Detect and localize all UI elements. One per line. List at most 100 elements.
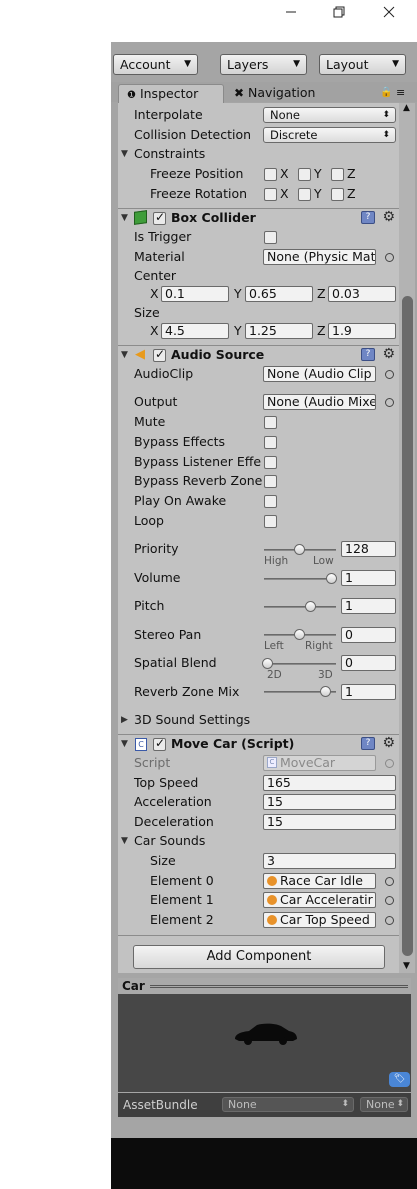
bypass-reverb-checkbox[interactable] — [264, 475, 277, 488]
pitch-field[interactable]: 1 — [341, 598, 396, 614]
deceleration-field[interactable]: 15 — [263, 814, 396, 830]
object-picker-icon[interactable] — [385, 253, 394, 262]
help-book-icon[interactable]: ? — [361, 211, 375, 224]
audio-source-header[interactable]: ▼ ◀ Audio Source ? ⚙ — [118, 345, 399, 364]
spatial-blend-slider-track[interactable] — [264, 663, 336, 665]
material-field[interactable]: None (Physic Mat — [263, 249, 376, 265]
updown-arrow-icon: ⬍ — [341, 1099, 349, 1109]
reverb-mix-slider-knob[interactable] — [320, 686, 331, 697]
collision-detection-dropdown[interactable]: Discrete ⬍ — [263, 127, 396, 143]
reverb-zone-mix-label: Reverb Zone Mix — [134, 684, 240, 699]
reverb-mix-field[interactable]: 1 — [341, 684, 396, 700]
assetbundle-variant-dropdown[interactable]: None ⬍ — [360, 1097, 408, 1112]
move-car-header[interactable]: ▼ C Move Car (Script) ? ⚙ — [118, 734, 399, 753]
mute-checkbox[interactable] — [264, 416, 277, 429]
layout-dropdown[interactable]: Layout ▼ — [319, 54, 406, 75]
axis-x-label: X — [150, 286, 159, 301]
material-label: Material — [134, 249, 185, 264]
lock-icon[interactable]: 🔒 — [380, 87, 392, 98]
audioclip-field[interactable]: None (Audio Clip — [263, 366, 376, 382]
pitch-slider-track[interactable] — [264, 606, 336, 608]
freeze-rotation-y-checkbox[interactable] — [298, 188, 311, 201]
freeze-position-z-checkbox[interactable] — [331, 168, 344, 181]
layers-dropdown[interactable]: Layers ▼ — [220, 54, 307, 75]
object-picker-icon[interactable] — [385, 896, 394, 905]
add-component-button[interactable]: Add Component — [133, 945, 385, 969]
assetbundle-name-dropdown[interactable]: None ⬍ — [222, 1097, 354, 1112]
center-z-field[interactable]: 0.03 — [328, 286, 396, 302]
element-0-field[interactable]: Race Car Idle — [263, 873, 376, 889]
restore-button[interactable] — [316, 0, 362, 24]
size-z-field[interactable]: 1.9 — [328, 323, 396, 339]
object-picker-icon[interactable] — [385, 398, 394, 407]
freeze-rotation-x-checkbox[interactable] — [264, 188, 277, 201]
element-2-field[interactable]: Car Top Speed — [263, 912, 376, 928]
element-1-field[interactable]: Car Acceleratir — [263, 892, 376, 908]
bypass-listener-checkbox[interactable] — [264, 456, 277, 469]
minimize-button[interactable] — [268, 0, 314, 24]
expand-arrow-icon[interactable]: ▼ — [121, 146, 128, 162]
scroll-up-icon[interactable]: ▲ — [403, 103, 410, 113]
output-field[interactable]: None (Audio Mixe — [263, 394, 376, 410]
pitch-slider-knob[interactable] — [305, 601, 316, 612]
audio-clip-icon — [267, 915, 277, 925]
size-x-field[interactable]: 4.5 — [161, 323, 229, 339]
close-button[interactable] — [366, 0, 412, 24]
3d-sound-settings-label[interactable]: 3D Sound Settings — [134, 712, 250, 728]
object-picker-icon[interactable] — [385, 370, 394, 379]
output-label: Output — [134, 394, 178, 409]
size-y-field[interactable]: 1.25 — [245, 323, 313, 339]
interpolate-value: None — [270, 108, 301, 122]
top-speed-field[interactable]: 165 — [263, 775, 396, 791]
gear-icon[interactable]: ⚙ — [382, 346, 395, 362]
panel-menu-icon[interactable]: ≡ — [396, 86, 405, 99]
expand-arrow-icon[interactable]: ▼ — [121, 210, 128, 226]
move-car-enabled-checkbox[interactable] — [153, 736, 166, 751]
gear-icon[interactable]: ⚙ — [382, 735, 395, 751]
interpolate-dropdown[interactable]: None ⬍ — [263, 107, 396, 123]
collapse-arrow-icon[interactable]: ▶ — [121, 712, 128, 728]
element-2-value: Car Top Speed — [280, 912, 370, 927]
expand-arrow-icon[interactable]: ▼ — [121, 833, 128, 849]
scrollbar-thumb[interactable] — [402, 296, 413, 956]
pitch-label: Pitch — [134, 598, 165, 613]
help-book-icon[interactable]: ? — [361, 348, 375, 361]
box-collider-header[interactable]: ▼ Box Collider ? ⚙ — [118, 208, 399, 227]
is-trigger-label: Is Trigger — [134, 229, 192, 244]
stereo-pan-slider-knob[interactable] — [294, 629, 305, 640]
loop-checkbox[interactable] — [264, 515, 277, 528]
account-dropdown[interactable]: Account ▼ — [113, 54, 198, 75]
acceleration-field[interactable]: 15 — [263, 794, 396, 810]
center-y-field[interactable]: 0.65 — [245, 286, 313, 302]
tab-inspector[interactable]: ❶ Inspector — [118, 84, 224, 103]
asset-preview[interactable]: 🏷 — [118, 994, 411, 1092]
spatial-blend-slider-knob[interactable] — [262, 658, 273, 669]
bypass-effects-checkbox[interactable] — [264, 436, 277, 449]
spatial-blend-field[interactable]: 0 — [341, 655, 396, 671]
object-picker-icon[interactable] — [385, 877, 394, 886]
tag-icon[interactable]: 🏷 — [389, 1072, 410, 1087]
object-picker-icon[interactable] — [385, 916, 394, 925]
freeze-position-label: Freeze Position — [150, 166, 244, 181]
priority-slider-knob[interactable] — [294, 544, 305, 555]
volume-field[interactable]: 1 — [341, 570, 396, 586]
audio-source-enabled-checkbox[interactable] — [153, 347, 166, 362]
box-collider-enabled-checkbox[interactable] — [153, 210, 166, 225]
car-sounds-size-field[interactable]: 3 — [263, 853, 396, 869]
help-book-icon[interactable]: ? — [361, 737, 375, 750]
preview-drag-handle[interactable] — [150, 985, 408, 988]
expand-arrow-icon[interactable]: ▼ — [121, 736, 128, 752]
stereo-pan-field[interactable]: 0 — [341, 627, 396, 643]
center-x-field[interactable]: 0.1 — [161, 286, 229, 302]
play-on-awake-checkbox[interactable] — [264, 495, 277, 508]
volume-slider-knob[interactable] — [326, 573, 337, 584]
expand-arrow-icon[interactable]: ▼ — [121, 347, 128, 363]
is-trigger-checkbox[interactable] — [264, 231, 277, 244]
freeze-position-x-checkbox[interactable] — [264, 168, 277, 181]
priority-field[interactable]: 128 — [341, 541, 396, 557]
gear-icon[interactable]: ⚙ — [382, 209, 395, 225]
tab-navigation[interactable]: ✖ Navigation — [226, 84, 336, 103]
freeze-position-y-checkbox[interactable] — [298, 168, 311, 181]
freeze-rotation-z-checkbox[interactable] — [331, 188, 344, 201]
scroll-down-icon[interactable]: ▼ — [403, 961, 410, 971]
